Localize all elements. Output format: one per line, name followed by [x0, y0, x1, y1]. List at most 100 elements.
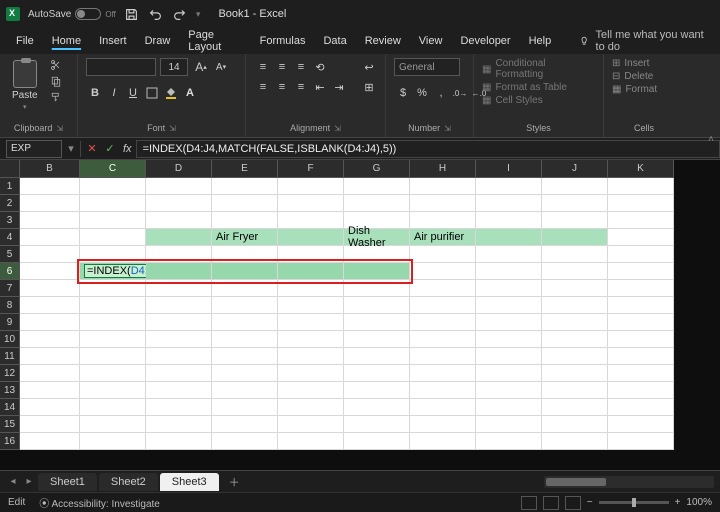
cell-D16[interactable] — [146, 433, 212, 450]
cell-E8[interactable] — [212, 297, 278, 314]
cell-K16[interactable] — [608, 433, 674, 450]
cell-F12[interactable] — [278, 365, 344, 382]
cell-E9[interactable] — [212, 314, 278, 331]
cell-C11[interactable] — [80, 348, 146, 365]
undo-icon[interactable] — [148, 6, 164, 22]
cell-D1[interactable] — [146, 178, 212, 195]
cell-J13[interactable] — [542, 382, 608, 399]
fx-icon[interactable]: fx — [119, 143, 136, 155]
sheet-tab-3[interactable]: Sheet3 — [160, 473, 219, 491]
tab-developer[interactable]: Developer — [452, 31, 518, 51]
cell-G5[interactable] — [344, 246, 410, 263]
cell-D2[interactable] — [146, 195, 212, 212]
column-headers[interactable]: BCDEFGHIJK — [20, 160, 674, 178]
cell-H11[interactable] — [410, 348, 476, 365]
cell-I1[interactable] — [476, 178, 542, 195]
cell-C6[interactable]: =INDEX(D4:J4,MATCH(FALSE,ISBLANK(D4:J4),… — [80, 263, 146, 280]
row-header-14[interactable]: 14 — [0, 399, 20, 416]
cell-E4[interactable]: Air Fryer — [212, 229, 278, 246]
row-header-12[interactable]: 12 — [0, 365, 20, 382]
indent-decrease-icon[interactable]: ⇤ — [311, 78, 329, 96]
cell-K7[interactable] — [608, 280, 674, 297]
orientation-icon[interactable]: ⟲ — [311, 58, 329, 76]
cell-D4[interactable] — [146, 229, 212, 246]
cell-B3[interactable] — [20, 212, 80, 229]
collapse-ribbon-icon[interactable]: ˄ — [708, 134, 714, 145]
cell-G1[interactable] — [344, 178, 410, 195]
cell-H14[interactable] — [410, 399, 476, 416]
cell-K15[interactable] — [608, 416, 674, 433]
row-headers[interactable]: 12345678910111213141516 — [0, 178, 20, 450]
horizontal-scrollbar[interactable] — [544, 476, 714, 488]
row-header-15[interactable]: 15 — [0, 416, 20, 433]
alignment-launcher-icon[interactable]: ⇲ — [334, 124, 341, 133]
cell-D6[interactable] — [146, 263, 212, 280]
merge-center-icon[interactable]: ⊞ — [358, 78, 380, 96]
cell-K5[interactable] — [608, 246, 674, 263]
wrap-text-icon[interactable]: ↩ — [358, 58, 380, 76]
cell-C5[interactable] — [80, 246, 146, 263]
row-header-1[interactable]: 1 — [0, 178, 20, 195]
cell-F5[interactable] — [278, 246, 344, 263]
cell-C3[interactable] — [80, 212, 146, 229]
sheet-nav-next-icon[interactable]: ▸ — [22, 476, 36, 487]
formula-input[interactable]: =INDEX(D4:J4,MATCH(FALSE,ISBLANK(D4:J4),… — [136, 140, 720, 158]
cell-H15[interactable] — [410, 416, 476, 433]
cell-G2[interactable] — [344, 195, 410, 212]
align-left-icon[interactable]: ≡ — [254, 78, 272, 96]
row-header-10[interactable]: 10 — [0, 331, 20, 348]
cell-K4[interactable] — [608, 229, 674, 246]
cell-G15[interactable] — [344, 416, 410, 433]
cell-D8[interactable] — [146, 297, 212, 314]
currency-icon[interactable]: $ — [394, 84, 412, 102]
cell-J12[interactable] — [542, 365, 608, 382]
zoom-slider[interactable] — [599, 501, 669, 504]
name-box[interactable]: EXP — [6, 140, 62, 158]
cell-G8[interactable] — [344, 297, 410, 314]
cell-J16[interactable] — [542, 433, 608, 450]
cell-G11[interactable] — [344, 348, 410, 365]
increase-font-icon[interactable]: A▴ — [192, 58, 210, 76]
border-icon[interactable] — [143, 84, 161, 102]
cell-J7[interactable] — [542, 280, 608, 297]
indent-increase-icon[interactable]: ⇥ — [330, 78, 348, 96]
cell-F11[interactable] — [278, 348, 344, 365]
cell-I3[interactable] — [476, 212, 542, 229]
cut-icon[interactable] — [48, 58, 64, 72]
save-icon[interactable] — [124, 6, 140, 22]
font-launcher-icon[interactable]: ⇲ — [169, 124, 176, 133]
cell-D5[interactable] — [146, 246, 212, 263]
cell-G9[interactable] — [344, 314, 410, 331]
increase-decimal-icon[interactable]: .0→ — [451, 84, 469, 102]
cell-H9[interactable] — [410, 314, 476, 331]
cell-B13[interactable] — [20, 382, 80, 399]
tab-draw[interactable]: Draw — [137, 31, 179, 51]
cell-D10[interactable] — [146, 331, 212, 348]
delete-cells-button[interactable]: ⊟Delete — [612, 71, 653, 82]
cell-J3[interactable] — [542, 212, 608, 229]
cell-K12[interactable] — [608, 365, 674, 382]
cell-K9[interactable] — [608, 314, 674, 331]
cell-J15[interactable] — [542, 416, 608, 433]
cell-G10[interactable] — [344, 331, 410, 348]
cell-B8[interactable] — [20, 297, 80, 314]
copy-icon[interactable] — [48, 74, 64, 88]
align-center-icon[interactable]: ≡ — [273, 78, 291, 96]
cell-E13[interactable] — [212, 382, 278, 399]
tab-page-layout[interactable]: Page Layout — [180, 25, 249, 57]
clipboard-launcher-icon[interactable]: ⇲ — [56, 124, 63, 133]
sheet-tab-2[interactable]: Sheet2 — [99, 473, 158, 491]
cell-C13[interactable] — [80, 382, 146, 399]
cancel-formula-icon[interactable]: ✕ — [83, 142, 101, 155]
page-break-view-icon[interactable] — [565, 496, 581, 510]
cell-B5[interactable] — [20, 246, 80, 263]
format-painter-icon[interactable] — [48, 90, 64, 104]
cell-G7[interactable] — [344, 280, 410, 297]
cell-F16[interactable] — [278, 433, 344, 450]
row-header-4[interactable]: 4 — [0, 229, 20, 246]
zoom-slider-thumb[interactable] — [632, 498, 636, 507]
accessibility-status[interactable]: ⦿ Accessibility: Investigate — [39, 495, 160, 510]
cell-B15[interactable] — [20, 416, 80, 433]
cell-C12[interactable] — [80, 365, 146, 382]
cell-K8[interactable] — [608, 297, 674, 314]
